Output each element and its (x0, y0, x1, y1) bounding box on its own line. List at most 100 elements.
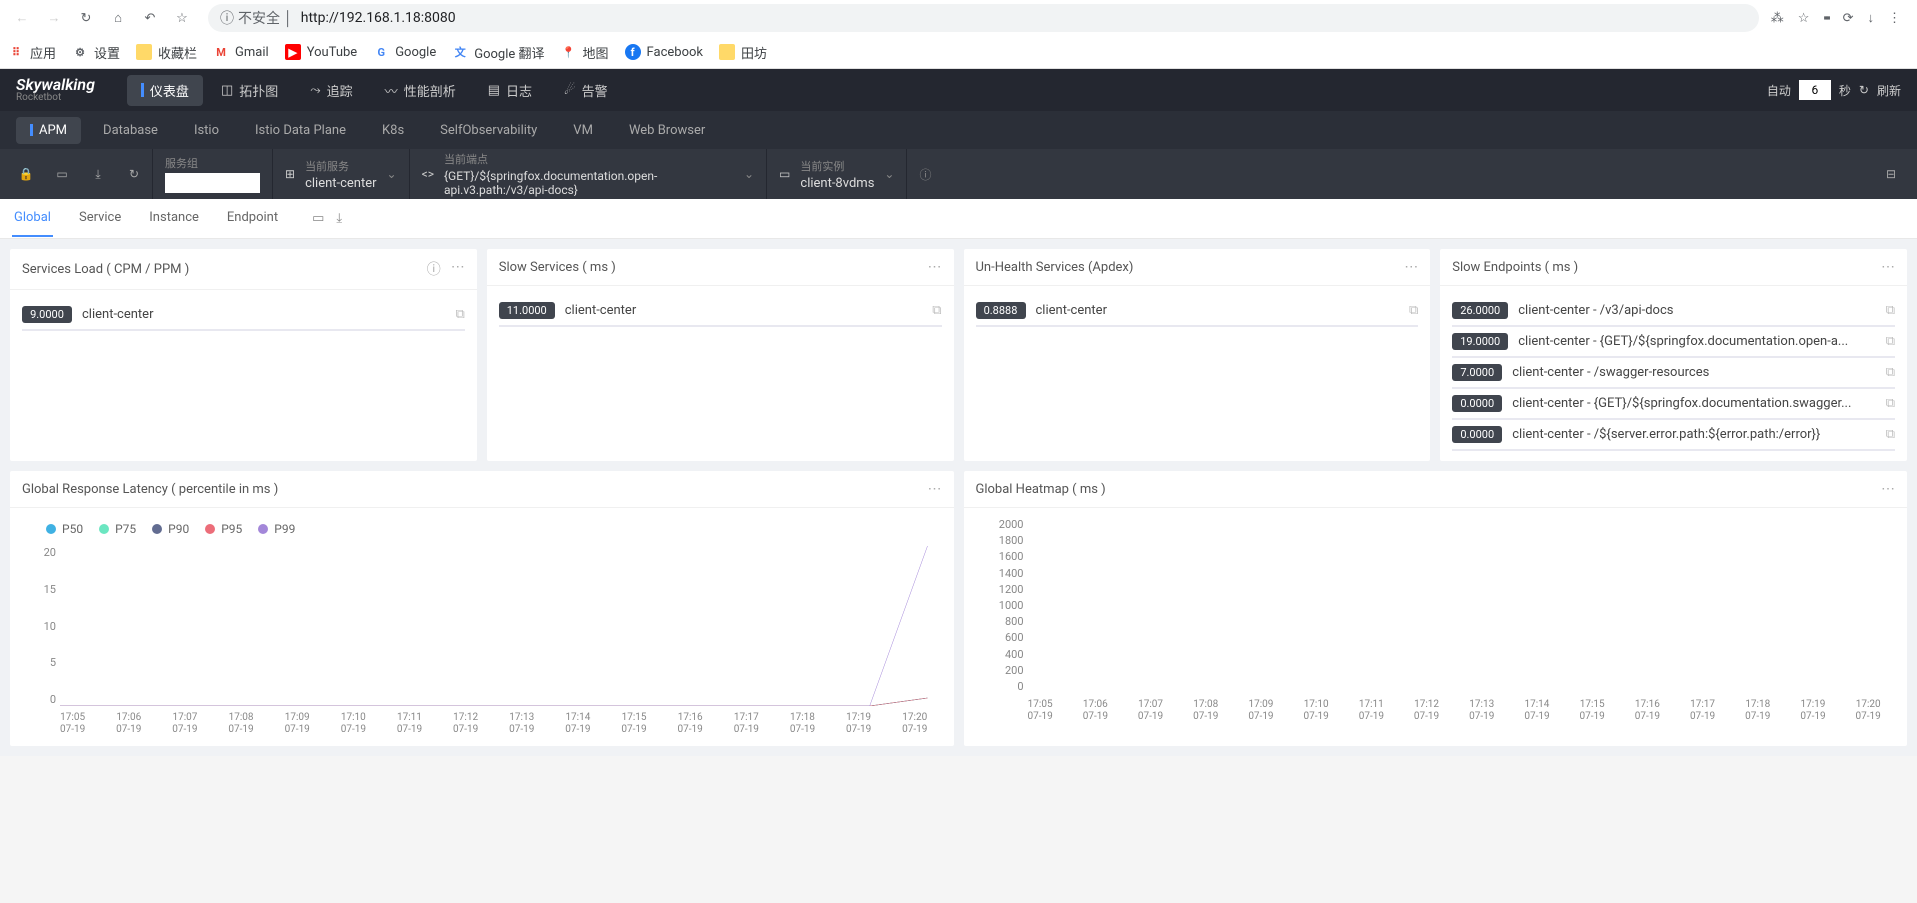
map-bookmark[interactable]: 📍地图 (561, 43, 609, 62)
legend-item[interactable]: P99 (258, 522, 295, 536)
auto-label: 自动 (1767, 82, 1791, 99)
x-tick: 17:0707-19 (1138, 699, 1163, 723)
tab-endpoint[interactable]: Endpoint (225, 200, 280, 237)
refresh-label[interactable]: 刷新 (1877, 82, 1901, 99)
youtube-bookmark[interactable]: ▶YouTube (285, 44, 358, 60)
list-item: 9.0000 client-center ⧉ (22, 300, 465, 331)
translate-icon: 文 (452, 44, 468, 60)
more-icon[interactable]: ⋯ (928, 481, 942, 497)
info-icon[interactable]: ⓘ (427, 259, 441, 279)
copy-icon[interactable]: ⧉ (1886, 334, 1895, 349)
more-icon[interactable]: ⋯ (928, 259, 942, 275)
import-icon[interactable]: ⤓ (80, 149, 116, 199)
copy-icon[interactable]: ⧉ (1886, 396, 1895, 411)
add-tab-icon[interactable]: ▭ (312, 211, 324, 226)
bookmark-button[interactable]: ☆ (168, 4, 196, 32)
more-icon[interactable]: ⋯ (1881, 481, 1895, 497)
bookmarks-bar: ⠿应用 ⚙设置 收藏栏 MGmail ▶YouTube GGoogle 文Goo… (0, 36, 1917, 68)
copy-icon[interactable]: ⧉ (1409, 303, 1418, 318)
home-button[interactable]: ⌂ (104, 4, 132, 32)
fullscreen-icon[interactable]: ⊟ (1873, 149, 1909, 199)
x-tick: 17:1307-19 (509, 712, 534, 736)
more-icon[interactable]: ⋯ (1881, 259, 1895, 275)
legend-item[interactable]: P95 (205, 522, 242, 536)
facebook-icon: f (625, 44, 641, 60)
list-item: 0.0000 client-center - /${server.error.p… (1452, 420, 1895, 451)
service-selector[interactable]: ⊞ 当前服务 client-center ⌄ (272, 149, 409, 199)
apps-bookmark[interactable]: ⠿应用 (8, 43, 56, 62)
nav-trace[interactable]: ⤳追踪 (296, 75, 366, 106)
card-title: Slow Endpoints ( ms ) (1452, 260, 1578, 275)
gtranslate-bookmark[interactable]: 文Google 翻译 (452, 43, 544, 62)
subnav-k8s[interactable]: K8s (368, 117, 418, 144)
list-item: 11.0000 client-center ⧉ (499, 296, 942, 327)
copy-icon[interactable]: ⧉ (1886, 303, 1895, 318)
subnav-database[interactable]: Database (89, 117, 172, 144)
card-title: Services Load ( CPM / PPM ) (22, 262, 189, 277)
copy-icon[interactable]: ⧉ (932, 303, 941, 318)
reload-button[interactable]: ↻ (72, 4, 100, 32)
y-tick: 400 (980, 648, 1024, 661)
facebook-bookmark[interactable]: fFacebook (625, 44, 703, 60)
nav-alarm[interactable]: ☄告警 (550, 75, 622, 106)
legend-item[interactable]: P50 (46, 522, 83, 536)
chevron-down-icon[interactable]: ⌄ (744, 167, 754, 181)
back-button[interactable]: ← (8, 4, 36, 32)
tiantan-bookmark[interactable]: 田坊 (719, 43, 767, 62)
refresh-icon[interactable]: ↻ (1859, 83, 1869, 97)
list-item: 0.0000 client-center - {GET}/${springfox… (1452, 389, 1895, 420)
menu-icon[interactable]: ⋮ (1888, 11, 1901, 26)
copy-icon[interactable]: ⧉ (455, 307, 464, 322)
youtube-icon: ▶ (285, 44, 301, 60)
instance-selector[interactable]: ▭ 当前实例 client-8vdms ⌄ (766, 149, 906, 199)
info-icon[interactable]: ⓘ (919, 166, 931, 183)
endpoint-selector[interactable]: <> 当前端点 {GET}/${springfox.documentation.… (409, 149, 766, 199)
tab-service[interactable]: Service (77, 200, 123, 237)
address-bar[interactable]: ⓘ 不安全 │ http://192.168.1.18:8080 (208, 4, 1759, 32)
more-icon[interactable]: ⋯ (1404, 259, 1418, 275)
legend-item[interactable]: P90 (152, 522, 189, 536)
chevron-down-icon[interactable]: ⌄ (387, 167, 397, 181)
favorites-bookmark[interactable]: 收藏栏 (136, 43, 197, 62)
subnav-vm[interactable]: VM (559, 117, 607, 144)
group-input[interactable] (165, 173, 260, 193)
subnav-apm[interactable]: APM (16, 117, 81, 144)
chevron-down-icon[interactable]: ⌄ (884, 167, 894, 181)
legend-item[interactable]: P75 (99, 522, 136, 536)
tab-global[interactable]: Global (12, 200, 53, 237)
undo-button[interactable]: ↶ (136, 4, 164, 32)
progress-bar (976, 325, 1419, 327)
translate-icon[interactable]: ⁂ (1771, 11, 1784, 26)
gmail-bookmark[interactable]: MGmail (213, 44, 269, 60)
lock-icon[interactable]: 🔒 (8, 149, 44, 199)
forward-button[interactable]: → (40, 4, 68, 32)
nav-log[interactable]: ▤日志 (474, 75, 546, 106)
y-tick: 200 (980, 664, 1024, 677)
interval-input[interactable] (1799, 80, 1831, 100)
nav-dashboard[interactable]: 仪表盘 (127, 75, 203, 106)
new-icon[interactable]: ▭ (44, 149, 80, 199)
x-tick: 17:0807-19 (1193, 699, 1218, 723)
nav-topology[interactable]: ◫拓扑图 (207, 75, 292, 106)
settings-bookmark[interactable]: ⚙设置 (72, 43, 120, 62)
info-group: ⓘ (906, 149, 943, 199)
copy-icon[interactable]: ⧉ (1886, 365, 1895, 380)
star-icon[interactable]: ☆ (1798, 11, 1810, 26)
browser-chrome: ← → ↻ ⌂ ↶ ☆ ⓘ 不安全 │ http://192.168.1.18:… (0, 0, 1917, 69)
subnav-istio-dp[interactable]: Istio Data Plane (241, 117, 360, 144)
nav-profile[interactable]: 〰性能剖析 (371, 75, 470, 106)
copy-icon[interactable]: ⧉ (1886, 427, 1895, 442)
google-bookmark[interactable]: GGoogle (373, 44, 436, 60)
crop-icon[interactable]: ⟳ (1843, 11, 1854, 26)
apps-icon[interactable]: ▪▪ (1823, 10, 1828, 26)
value-badge: 7.0000 (1452, 364, 1502, 381)
download-icon[interactable]: ↓ (1868, 10, 1875, 26)
more-icon[interactable]: ⋯ (451, 259, 465, 279)
subnav-istio[interactable]: Istio (180, 117, 233, 144)
subnav-web[interactable]: Web Browser (615, 117, 719, 144)
subnav-self[interactable]: SelfObservability (426, 117, 551, 144)
export-tab-icon[interactable]: ⤓ (336, 211, 342, 226)
bookmark-label: 应用 (30, 43, 56, 62)
tab-instance[interactable]: Instance (147, 200, 201, 237)
reload-icon[interactable]: ↻ (116, 149, 152, 199)
